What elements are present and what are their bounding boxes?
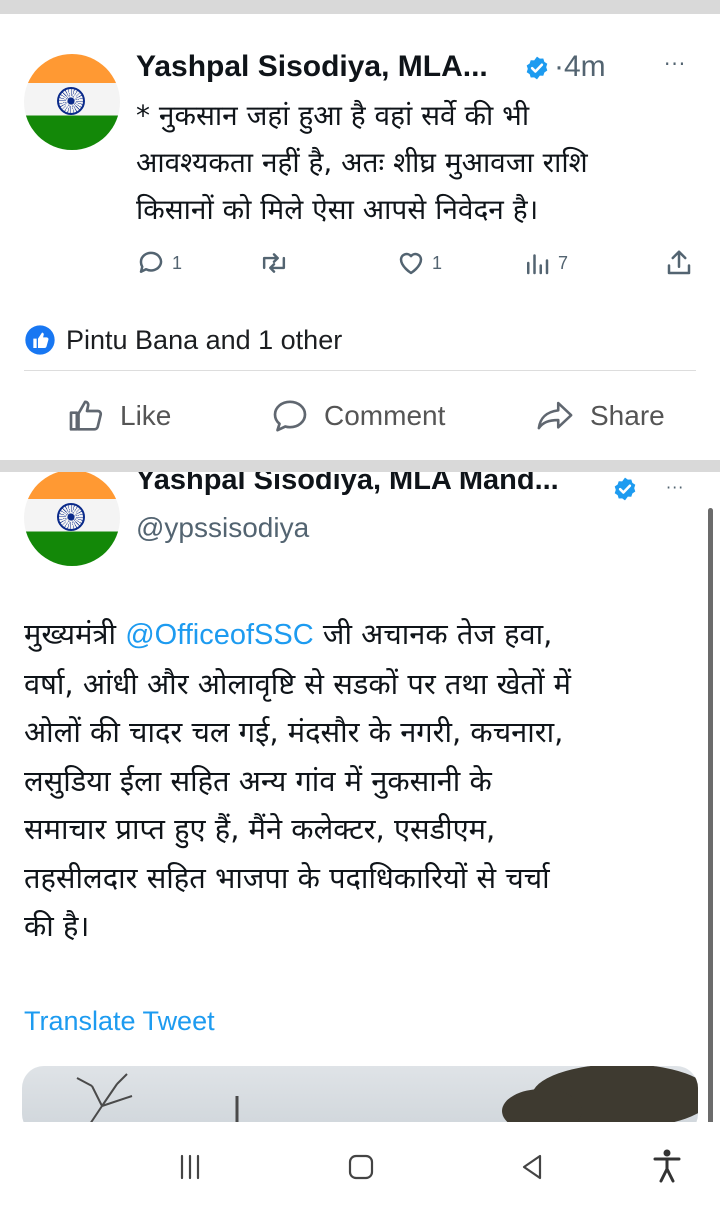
system-nav-bar: [0, 1122, 720, 1211]
post-time: ·4m: [554, 50, 606, 83]
reactions-summary[interactable]: Pintu Bana and 1 other: [24, 324, 342, 356]
fb-share-button[interactable]: Share: [534, 396, 665, 436]
share-arrow-icon: [537, 401, 573, 430]
top-divider-band: [0, 0, 720, 14]
divider: [24, 370, 696, 371]
mention-link[interactable]: @OfficeofSSC: [125, 619, 313, 651]
tweet-text-line: की है।: [24, 909, 90, 943]
post-text-line: किसानों को मिले ऐसा आपसे निवेदन है।: [136, 193, 539, 226]
tweet-text-line: वर्षा, आंधी और ओलावृष्टि से सडकों पर तथा…: [24, 666, 572, 701]
reply-icon: [139, 251, 163, 273]
author-handle[interactable]: @ypssisodiya: [136, 512, 309, 544]
views-button[interactable]: 7: [522, 248, 568, 278]
like-count: 1: [432, 252, 443, 273]
reply-count: 1: [172, 252, 183, 273]
thumbs-up-reaction-icon: [25, 325, 55, 355]
reply-button[interactable]: 1: [136, 248, 182, 278]
more-icon[interactable]: ···: [664, 52, 686, 76]
retweet-button[interactable]: [258, 248, 290, 278]
avatar[interactable]: [24, 472, 120, 566]
author-name[interactable]: Yashpal Sisodiya, MLA Mand...: [136, 472, 559, 497]
accessibility-icon[interactable]: [652, 1148, 682, 1184]
author-name[interactable]: Yashpal Sisodiya, MLA...: [136, 50, 488, 84]
fb-comment-label: Comment: [324, 400, 446, 431]
recents-icon[interactable]: [176, 1154, 204, 1180]
like-button[interactable]: 1: [396, 248, 442, 278]
more-icon[interactable]: ···: [666, 478, 684, 497]
tweet-text: मुख्यमंत्री @OfficeofSSC जी अचानक तेज हव…: [24, 610, 571, 951]
fb-comment-button[interactable]: Comment: [270, 396, 445, 436]
avatar[interactable]: [24, 54, 120, 150]
tweet-text-line: समाचार प्राप्त हुए हैं, मैंने कलेक्टर, ए…: [24, 812, 496, 846]
verified-badge-icon: [526, 56, 548, 80]
share-icon: [667, 250, 691, 275]
post-text-line: * नुकसान जहां हुआ है वहां सर्वे की भी: [136, 99, 530, 132]
post2-card: Yashpal Sisodiya, MLA Mand... ··· @ypssi…: [0, 472, 720, 1122]
scrollbar[interactable]: [708, 508, 713, 1122]
tweet-text-line: लसुडिया ईला सहित अन्य गांव में नुकसानी क…: [24, 763, 492, 798]
comment-icon: [273, 400, 307, 432]
post-text-line: आवश्यकता नहीं है, अतः शीघ्र मुआवजा राशि: [136, 146, 588, 179]
verified-badge-icon: [614, 477, 636, 501]
back-icon[interactable]: [518, 1152, 546, 1182]
heart-icon: [399, 252, 423, 275]
reactions-text: Pintu Bana and 1 other: [66, 324, 343, 355]
tweet-text-line: ओलों की चादर चल गई, मंदसौर के नगरी, कचना…: [24, 715, 564, 749]
fb-like-label: Like: [120, 400, 172, 431]
tweet-text-line: तहसीलदार सहित भाजपा के पदाधिकारियों से च…: [24, 860, 550, 895]
home-icon[interactable]: [346, 1152, 376, 1182]
share-button[interactable]: [664, 248, 694, 278]
fb-like-button[interactable]: Like: [66, 396, 171, 436]
post-text: * नुकसान जहां हुआ है वहां सर्वे की भी आव…: [136, 92, 588, 233]
tweet-media-image[interactable]: [22, 1066, 698, 1122]
thumbs-up-icon: [69, 400, 103, 431]
post-separator: [0, 460, 720, 472]
translate-link[interactable]: Translate Tweet: [24, 1006, 215, 1037]
retweet-icon: [262, 253, 286, 273]
tree-silhouette: [76, 1066, 698, 1122]
views-count: 7: [558, 252, 569, 273]
views-icon: [527, 254, 549, 275]
tweet-text-line: मुख्यमंत्री @OfficeofSSC जी अचानक तेज हव…: [24, 617, 553, 651]
fb-share-label: Share: [590, 400, 665, 431]
